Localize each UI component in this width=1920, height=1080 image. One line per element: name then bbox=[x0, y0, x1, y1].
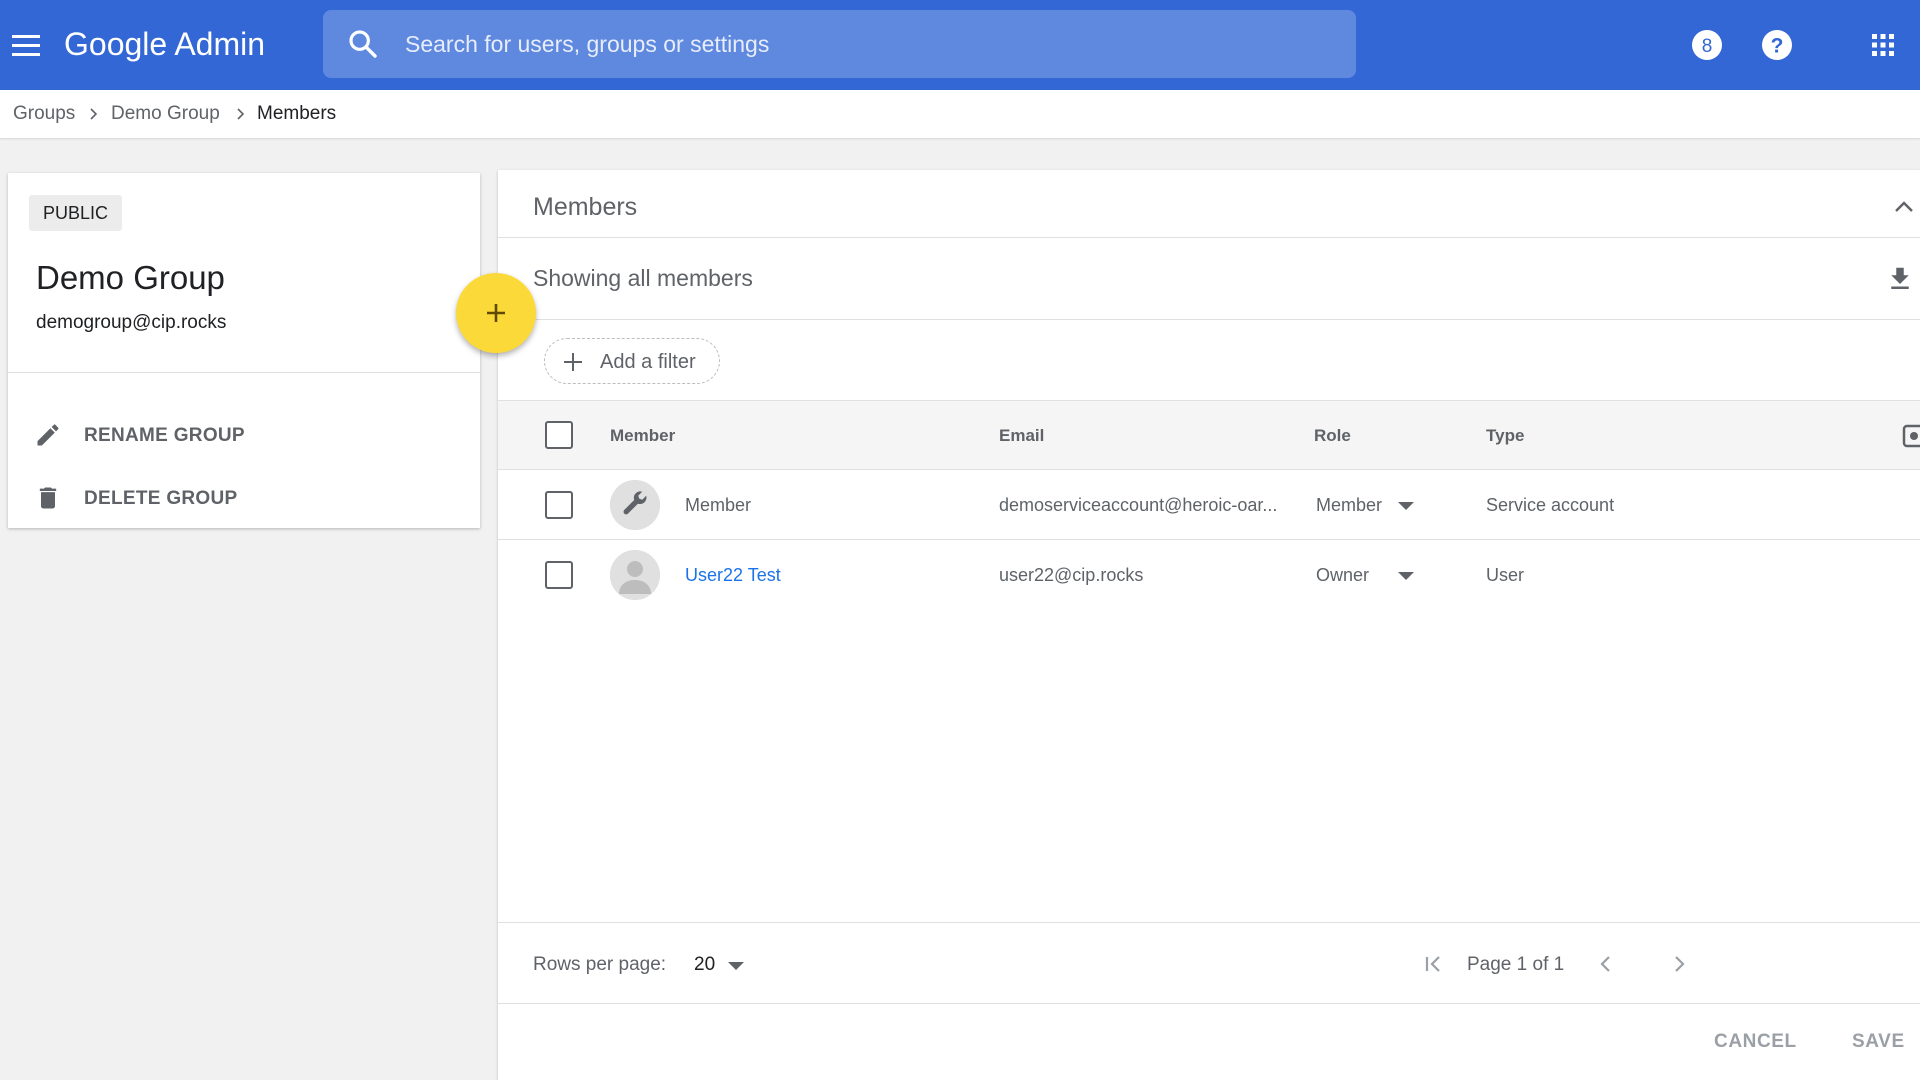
trash-icon bbox=[34, 484, 62, 512]
table-row[interactable]: User22 Test user22@cip.rocks Owner User bbox=[498, 540, 1920, 610]
breadcrumb-demo-group[interactable]: Demo Group bbox=[111, 102, 220, 126]
column-header-email[interactable]: Email bbox=[999, 425, 1044, 447]
dropdown-arrow-icon bbox=[1398, 572, 1414, 580]
person-icon bbox=[610, 550, 660, 600]
avatar bbox=[610, 480, 660, 530]
menu-icon[interactable] bbox=[8, 25, 48, 65]
filter-row: Add a filter bbox=[498, 320, 1920, 400]
member-name: Member bbox=[685, 494, 751, 516]
add-filter-button[interactable]: Add a filter bbox=[544, 338, 720, 384]
support-badge: 8 bbox=[1702, 36, 1713, 57]
members-panel: Members Showing all members Add a filter… bbox=[498, 170, 1920, 1080]
avatar bbox=[610, 550, 660, 600]
pagination-bar: Rows per page: 20 Page 1 of 1 bbox=[498, 922, 1920, 1004]
group-name: Demo Group bbox=[36, 258, 225, 298]
role-value: Owner bbox=[1316, 564, 1369, 586]
dropdown-arrow-icon bbox=[1398, 502, 1414, 510]
breadcrumb: Groups Demo Group Members bbox=[0, 90, 1920, 138]
support-icon[interactable]: 8 bbox=[1686, 24, 1728, 66]
column-header-type[interactable]: Type bbox=[1486, 425, 1524, 447]
rows-per-page-label: Rows per page: bbox=[533, 953, 666, 977]
member-name-link[interactable]: User22 Test bbox=[685, 564, 781, 586]
rename-group-label: RENAME GROUP bbox=[84, 424, 245, 448]
search-input[interactable]: Search for users, groups or settings bbox=[405, 30, 769, 58]
cancel-button[interactable]: CANCEL bbox=[1714, 1030, 1797, 1060]
breadcrumb-members: Members bbox=[257, 102, 336, 126]
chevron-right-icon bbox=[86, 106, 102, 122]
rows-per-page-value: 20 bbox=[694, 953, 715, 977]
members-header: Members bbox=[498, 170, 1920, 238]
role-value: Member bbox=[1316, 494, 1382, 516]
plus-icon bbox=[561, 350, 585, 374]
download-icon[interactable] bbox=[1885, 264, 1915, 294]
column-header-member[interactable]: Member bbox=[610, 425, 675, 447]
member-type: User bbox=[1486, 564, 1524, 586]
row-checkbox[interactable] bbox=[545, 561, 573, 589]
divider bbox=[8, 372, 480, 373]
help-icon[interactable]: ? bbox=[1756, 24, 1798, 66]
member-email: demoserviceaccount@heroic-oar... bbox=[999, 494, 1277, 516]
first-page-icon[interactable] bbox=[1419, 949, 1449, 979]
chevron-right-icon bbox=[233, 106, 249, 122]
search-icon bbox=[347, 28, 379, 60]
select-all-checkbox[interactable] bbox=[545, 421, 573, 449]
apps-grid-icon[interactable] bbox=[1862, 24, 1904, 66]
column-settings-icon[interactable] bbox=[1902, 423, 1920, 449]
showing-members-text: Showing all members bbox=[533, 264, 753, 292]
search-bar[interactable]: Search for users, groups or settings bbox=[323, 10, 1356, 78]
chevron-up-icon[interactable] bbox=[1890, 194, 1918, 218]
breadcrumb-groups[interactable]: Groups bbox=[13, 102, 75, 126]
group-email: demogroup@cip.rocks bbox=[36, 311, 226, 335]
add-member-fab[interactable] bbox=[456, 273, 536, 353]
dropdown-arrow-icon bbox=[728, 962, 744, 970]
app-logo[interactable]: Google Admin bbox=[64, 24, 265, 64]
next-page-icon[interactable] bbox=[1664, 949, 1694, 979]
group-info-card: PUBLIC Demo Group demogroup@cip.rocks RE… bbox=[8, 173, 480, 528]
svg-text:?: ? bbox=[1771, 35, 1784, 58]
visibility-badge: PUBLIC bbox=[29, 195, 122, 231]
wrench-icon bbox=[610, 480, 660, 530]
table-row[interactable]: Member demoserviceaccount@heroic-oar... … bbox=[498, 470, 1920, 540]
page-indicator: Page 1 of 1 bbox=[1467, 953, 1564, 977]
table-header: Member Email Role Type bbox=[498, 400, 1920, 470]
member-type: Service account bbox=[1486, 494, 1614, 516]
save-button[interactable]: SAVE bbox=[1852, 1030, 1905, 1060]
members-title: Members bbox=[533, 192, 637, 222]
plus-icon bbox=[481, 298, 511, 328]
role-dropdown[interactable]: Owner bbox=[1316, 562, 1426, 590]
role-dropdown[interactable]: Member bbox=[1316, 492, 1426, 520]
column-header-role[interactable]: Role bbox=[1314, 425, 1351, 447]
member-email: user22@cip.rocks bbox=[999, 564, 1143, 586]
top-bar: Google Admin Search for users, groups or… bbox=[0, 0, 1920, 90]
rows-per-page-select[interactable]: 20 bbox=[694, 949, 754, 979]
row-checkbox[interactable] bbox=[545, 491, 573, 519]
showing-row: Showing all members bbox=[498, 238, 1920, 320]
delete-group-label: DELETE GROUP bbox=[84, 487, 238, 511]
previous-page-icon[interactable] bbox=[1591, 949, 1621, 979]
pencil-icon bbox=[34, 421, 62, 449]
add-filter-label: Add a filter bbox=[600, 350, 696, 374]
